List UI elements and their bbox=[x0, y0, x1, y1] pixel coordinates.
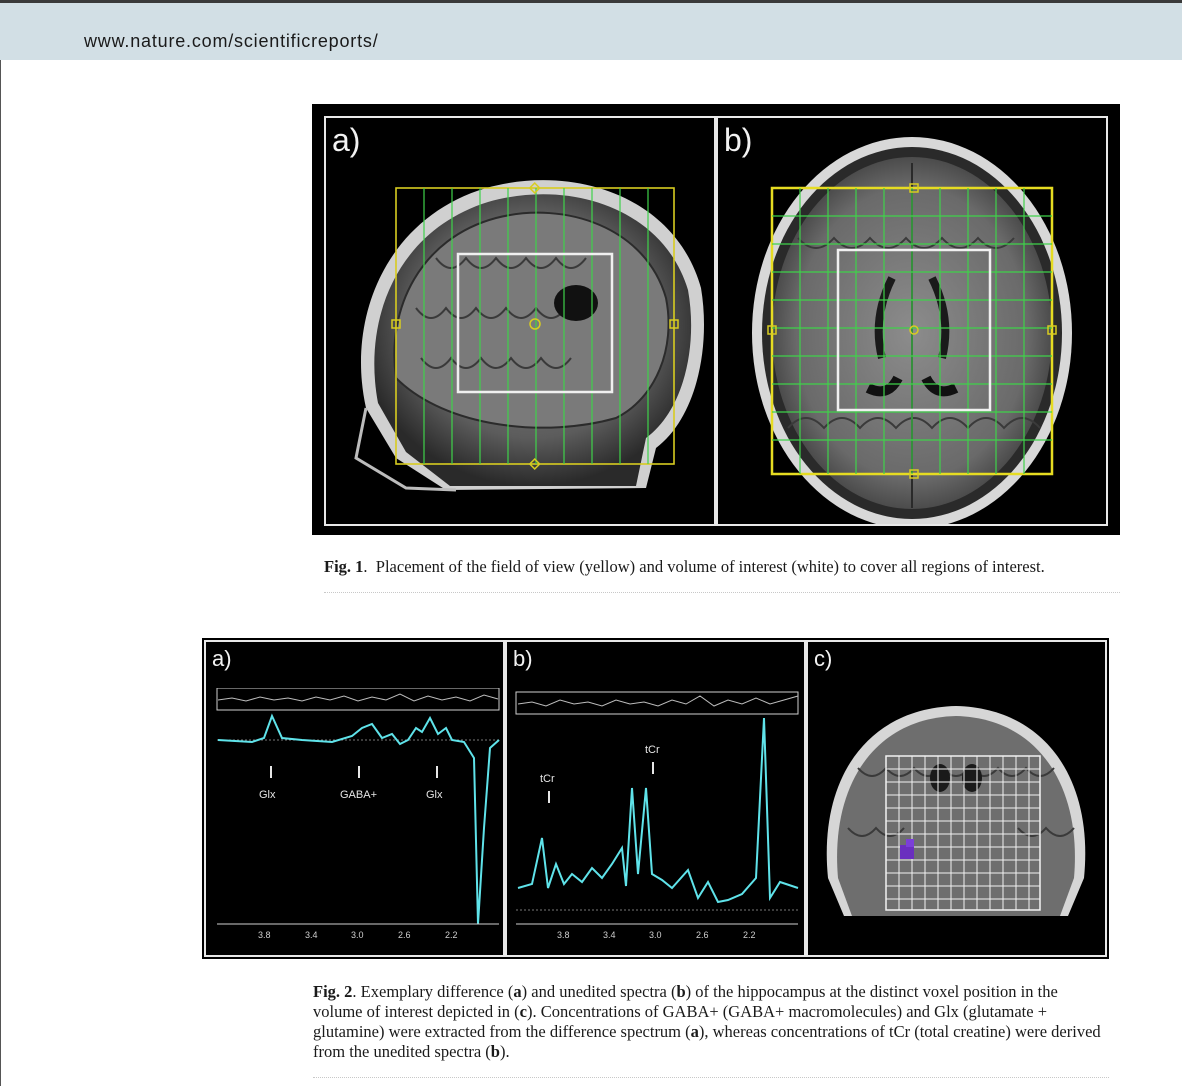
ppm-tick-b-3: 3.0 bbox=[649, 930, 662, 940]
ppm-tick-b-2: 3.4 bbox=[603, 930, 616, 940]
peak-marker-tcr-1 bbox=[548, 791, 550, 803]
caption-divider bbox=[324, 592, 1120, 593]
ppm-tick-b-1: 3.8 bbox=[557, 930, 570, 940]
caption-text-part: ). bbox=[499, 1042, 510, 1061]
ppm-tick-b-4: 2.6 bbox=[696, 930, 709, 940]
caption-panel-ref: c bbox=[519, 1002, 527, 1021]
peak-marker-glx-1 bbox=[270, 766, 272, 778]
peak-label-glx-1: Glx bbox=[259, 789, 276, 801]
figure-2-caption-label: Fig. 2 bbox=[313, 982, 353, 1001]
unedited-spectrum-plot bbox=[515, 691, 799, 925]
caption-text-part: . Exemplary difference ( bbox=[352, 982, 514, 1001]
figure-1-caption-label: Fig. 1 bbox=[324, 557, 364, 576]
figure-1-caption-text: Placement of the field of view (yellow) … bbox=[375, 557, 1045, 576]
peak-label-tcr-1: tCr bbox=[540, 773, 555, 785]
figure-2-caption: Fig. 2. Exemplary difference (a) and une… bbox=[313, 982, 1103, 1062]
figure-2: a) Glx GABA+ Glx 3.8 3.4 3.0 2.6 2.2 b) … bbox=[202, 638, 1109, 959]
figure-2-panel-a-label: a) bbox=[212, 646, 232, 671]
figure-2-panel-b-label: b) bbox=[513, 646, 533, 671]
caption-panel-ref: b bbox=[490, 1042, 500, 1061]
caption-divider-2 bbox=[313, 1077, 1109, 1078]
ppm-tick-a-1: 3.8 bbox=[258, 930, 271, 940]
peak-marker-gaba bbox=[358, 766, 360, 778]
caption-panel-ref: a bbox=[513, 982, 522, 1001]
sagittal-mri-image bbox=[354, 180, 704, 492]
peak-label-gaba: GABA+ bbox=[340, 789, 377, 801]
figure-2-caption-text: . Exemplary difference (a) and unedited … bbox=[313, 982, 1101, 1061]
difference-spectrum-plot bbox=[216, 688, 500, 925]
peak-label-glx-2: Glx bbox=[426, 789, 443, 801]
ppm-tick-a-5: 2.2 bbox=[445, 930, 458, 940]
coronal-mri-image bbox=[826, 706, 1086, 916]
axial-mri-image bbox=[752, 137, 1072, 524]
site-url-link[interactable]: www.nature.com/scientificreports/ bbox=[84, 31, 379, 52]
ppm-tick-b-5: 2.2 bbox=[743, 930, 756, 940]
caption-text-part: ) and unedited spectra ( bbox=[521, 982, 677, 1001]
caption-panel-ref: b bbox=[676, 982, 686, 1001]
page-left-rule bbox=[0, 60, 1, 1086]
figure-2-panel-c-label: c) bbox=[814, 646, 833, 671]
figure-1-caption: Fig. 1. Placement of the field of view (… bbox=[324, 557, 1045, 576]
peak-label-tcr-2: tCr bbox=[645, 744, 660, 756]
ppm-tick-a-3: 3.0 bbox=[351, 930, 364, 940]
peak-marker-tcr-2 bbox=[652, 762, 654, 774]
caption-panel-ref: a bbox=[690, 1022, 699, 1041]
ppm-tick-a-4: 2.6 bbox=[398, 930, 411, 940]
figure-1: a) b) bbox=[312, 104, 1120, 535]
ppm-tick-a-2: 3.4 bbox=[305, 930, 318, 940]
site-header: www.nature.com/scientificreports/ bbox=[0, 0, 1182, 60]
peak-marker-glx-2 bbox=[436, 766, 438, 778]
